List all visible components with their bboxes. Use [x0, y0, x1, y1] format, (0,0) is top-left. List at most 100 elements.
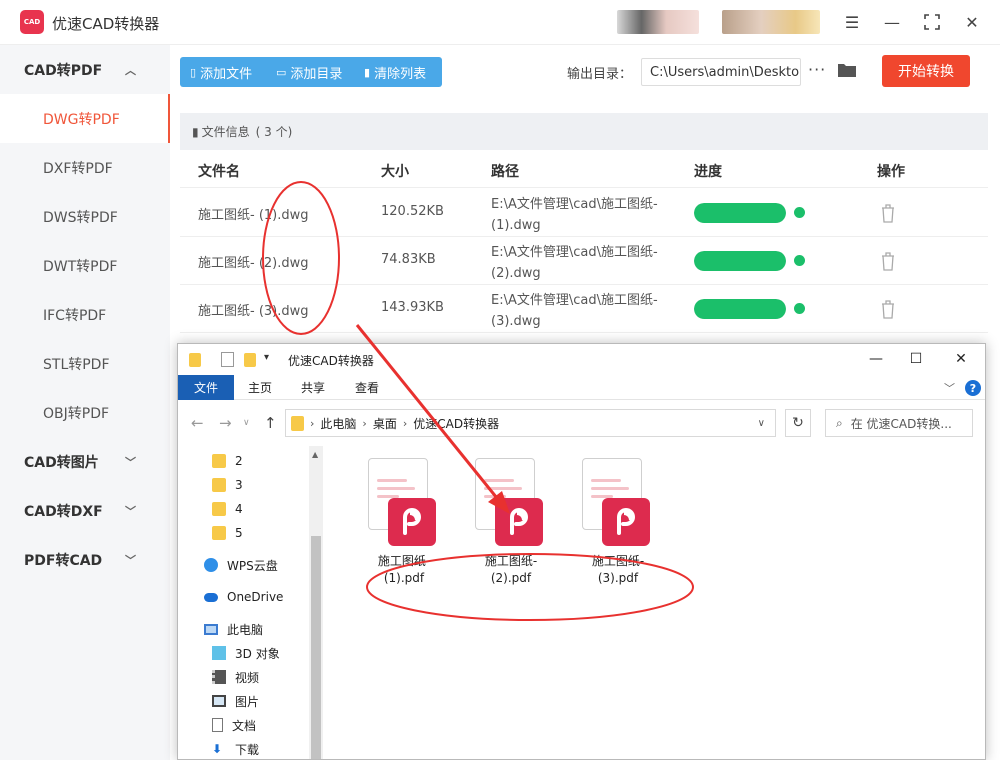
close-icon[interactable]: ✕ [960, 10, 984, 34]
delete-icon[interactable] [880, 251, 896, 271]
nav-item-pictures[interactable]: 图片 [212, 692, 259, 710]
pdf-icon [495, 498, 543, 546]
file-info-label: 文件信息 [201, 125, 250, 139]
nav-item-3d-objects[interactable]: 3D 对象 [212, 644, 280, 662]
nav-item-label: 2 [235, 454, 243, 468]
sidebar-item-dwg-to-pdf[interactable]: DWG转PDF [0, 94, 170, 143]
ribbon-tabs: 文件 主页 共享 查看 ﹀ ? [178, 375, 985, 400]
nav-item-videos[interactable]: 视频 [212, 668, 259, 686]
nav-item-this-pc[interactable]: 此电脑 [204, 620, 263, 638]
nav-item-label: 3D 对象 [235, 646, 280, 661]
video-icon [212, 670, 226, 684]
add-file-label: 添加文件 [200, 66, 253, 82]
tab-file[interactable]: 文件 [178, 375, 234, 400]
add-folder-label: 添加目录 [290, 66, 343, 82]
file-label: 施工图纸- (3).pdf [591, 554, 645, 585]
add-file-button[interactable]: ▯ 添加文件 [190, 57, 252, 87]
sidebar-group-label: CAD转PDF [24, 62, 103, 79]
delete-icon[interactable] [880, 299, 896, 319]
chevron-down-icon: ﹀ [125, 455, 136, 469]
address-dropdown-icon[interactable]: ∨ [758, 418, 765, 429]
back-arrow-icon[interactable]: ← [191, 414, 204, 432]
progress-fill [694, 299, 786, 319]
tab-view[interactable]: 查看 [347, 375, 387, 400]
clear-list-label: 清除列表 [374, 66, 427, 82]
tab-home[interactable]: 主页 [240, 375, 280, 400]
sidebar-group-cad-to-pdf[interactable]: CAD转PDF ︿ [0, 45, 170, 94]
chevron-down-icon[interactable]: ﹀ [944, 380, 955, 396]
nav-scrollbar[interactable]: ▲ [309, 446, 323, 759]
refresh-icon[interactable]: ↻ [785, 409, 811, 437]
documents-icon [212, 718, 223, 732]
file-size: 120.52KB [381, 204, 444, 219]
pdf-file-item[interactable]: 施工图纸- (1).pdf [354, 458, 454, 598]
add-folder-button[interactable]: ▭ 添加目录 [276, 57, 342, 87]
address-bar-row: ← → ∨ ↑ › 此电脑 › 桌面 › 优速CAD转换器 ∨ ↻ ⌕ 在 优速… [178, 406, 985, 440]
breadcrumb-desktop[interactable]: 桌面 [373, 415, 397, 432]
sidebar-item-obj-to-pdf[interactable]: OBJ转PDF [0, 388, 170, 437]
more-options-button[interactable]: ··· [808, 60, 826, 79]
check-icon [794, 303, 805, 314]
up-arrow-icon[interactable]: ↑ [264, 414, 277, 432]
forward-arrow-icon[interactable]: → [219, 414, 232, 432]
sidebar-group-label: CAD转图片 [24, 454, 99, 471]
nav-item-onedrive[interactable]: OneDrive [204, 588, 283, 606]
clear-list-button[interactable]: ▮ 清除列表 [364, 57, 426, 87]
sidebar-item-ifc-to-pdf[interactable]: IFC转PDF [0, 290, 170, 339]
nav-item-wps-cloud[interactable]: WPS云盘 [204, 556, 278, 574]
maximize-icon[interactable] [920, 10, 944, 34]
breadcrumb-this-pc[interactable]: 此电脑 [320, 415, 356, 432]
close-icon[interactable]: ✕ [951, 350, 971, 368]
open-folder-icon[interactable] [837, 62, 857, 78]
file-explorer-window: ▾ 优速CAD转换器 — ☐ ✕ 文件 主页 共享 查看 ﹀ ? ← → ∨ ↑… [177, 343, 986, 760]
nav-item-folder-5[interactable]: 5 [212, 524, 243, 542]
sidebar-item-dxf-to-pdf[interactable]: DXF转PDF [0, 143, 170, 192]
file-table-header: 文件名 大小 路径 进度 操作 [180, 150, 988, 188]
nav-item-label: 文档 [232, 718, 257, 733]
nav-item-label: WPS云盘 [227, 558, 278, 573]
scrollbar-thumb[interactable] [311, 536, 321, 759]
start-convert-button[interactable]: 开始转换 [882, 55, 970, 87]
search-input[interactable]: ⌕ 在 优速CAD转换... [825, 409, 973, 437]
sidebar-item-label: OBJ转PDF [43, 405, 110, 422]
minimize-icon[interactable]: — [866, 350, 886, 368]
nav-item-folder-3[interactable]: 3 [212, 476, 243, 494]
address-bar[interactable]: › 此电脑 › 桌面 › 优速CAD转换器 ∨ [285, 409, 776, 437]
pdf-file-item[interactable]: 施工图纸- (2).pdf [461, 458, 561, 598]
scroll-up-icon[interactable]: ▲ [312, 450, 318, 459]
folder-icon [212, 478, 226, 492]
sidebar-group-cad-to-dxf[interactable]: CAD转DXF ﹀ [0, 486, 170, 535]
properties-icon[interactable] [221, 352, 234, 367]
user-info[interactable] [722, 10, 820, 34]
quick-access-dropdown-icon[interactable]: ▾ [264, 352, 269, 363]
breadcrumb-current-folder[interactable]: 优速CAD转换器 [413, 415, 499, 432]
hamburger-icon[interactable]: ☰ [840, 10, 864, 34]
search-placeholder: 在 优速CAD转换... [850, 416, 952, 431]
tab-share[interactable]: 共享 [293, 375, 333, 400]
computer-icon [204, 623, 218, 635]
folder-icon [212, 526, 226, 540]
sidebar-item-stl-to-pdf[interactable]: STL转PDF [0, 339, 170, 388]
nav-item-folder-4[interactable]: 4 [212, 500, 243, 518]
minimize-icon[interactable]: — [880, 10, 904, 34]
sidebar-group-cad-to-image[interactable]: CAD转图片 ﹀ [0, 437, 170, 486]
nav-item-documents[interactable]: 文档 [212, 716, 256, 734]
delete-icon[interactable] [880, 203, 896, 223]
nav-item-downloads[interactable]: ⬇ 下载 [212, 740, 259, 758]
sidebar-item-label: DWT转PDF [43, 258, 118, 275]
sidebar-item-dwt-to-pdf[interactable]: DWT转PDF [0, 241, 170, 290]
pdf-file-item[interactable]: 施工图纸- (3).pdf [568, 458, 668, 598]
help-icon[interactable]: ? [965, 380, 981, 396]
user-avatar[interactable] [617, 10, 699, 34]
progress-fill [694, 203, 786, 223]
nav-item-label: 此电脑 [227, 622, 264, 637]
new-folder-icon[interactable] [244, 353, 256, 367]
sidebar-group-pdf-to-cad[interactable]: PDF转CAD ﹀ [0, 535, 170, 584]
recent-dropdown-icon[interactable]: ∨ [243, 418, 250, 428]
sidebar-item-dws-to-pdf[interactable]: DWS转PDF [0, 192, 170, 241]
nav-item-label: OneDrive [227, 590, 284, 604]
output-dir-input[interactable]: C:\Users\admin\Deskto [641, 58, 801, 86]
progress-fill [694, 251, 786, 271]
maximize-icon[interactable]: ☐ [906, 350, 926, 368]
nav-item-folder-2[interactable]: 2 [212, 452, 243, 470]
